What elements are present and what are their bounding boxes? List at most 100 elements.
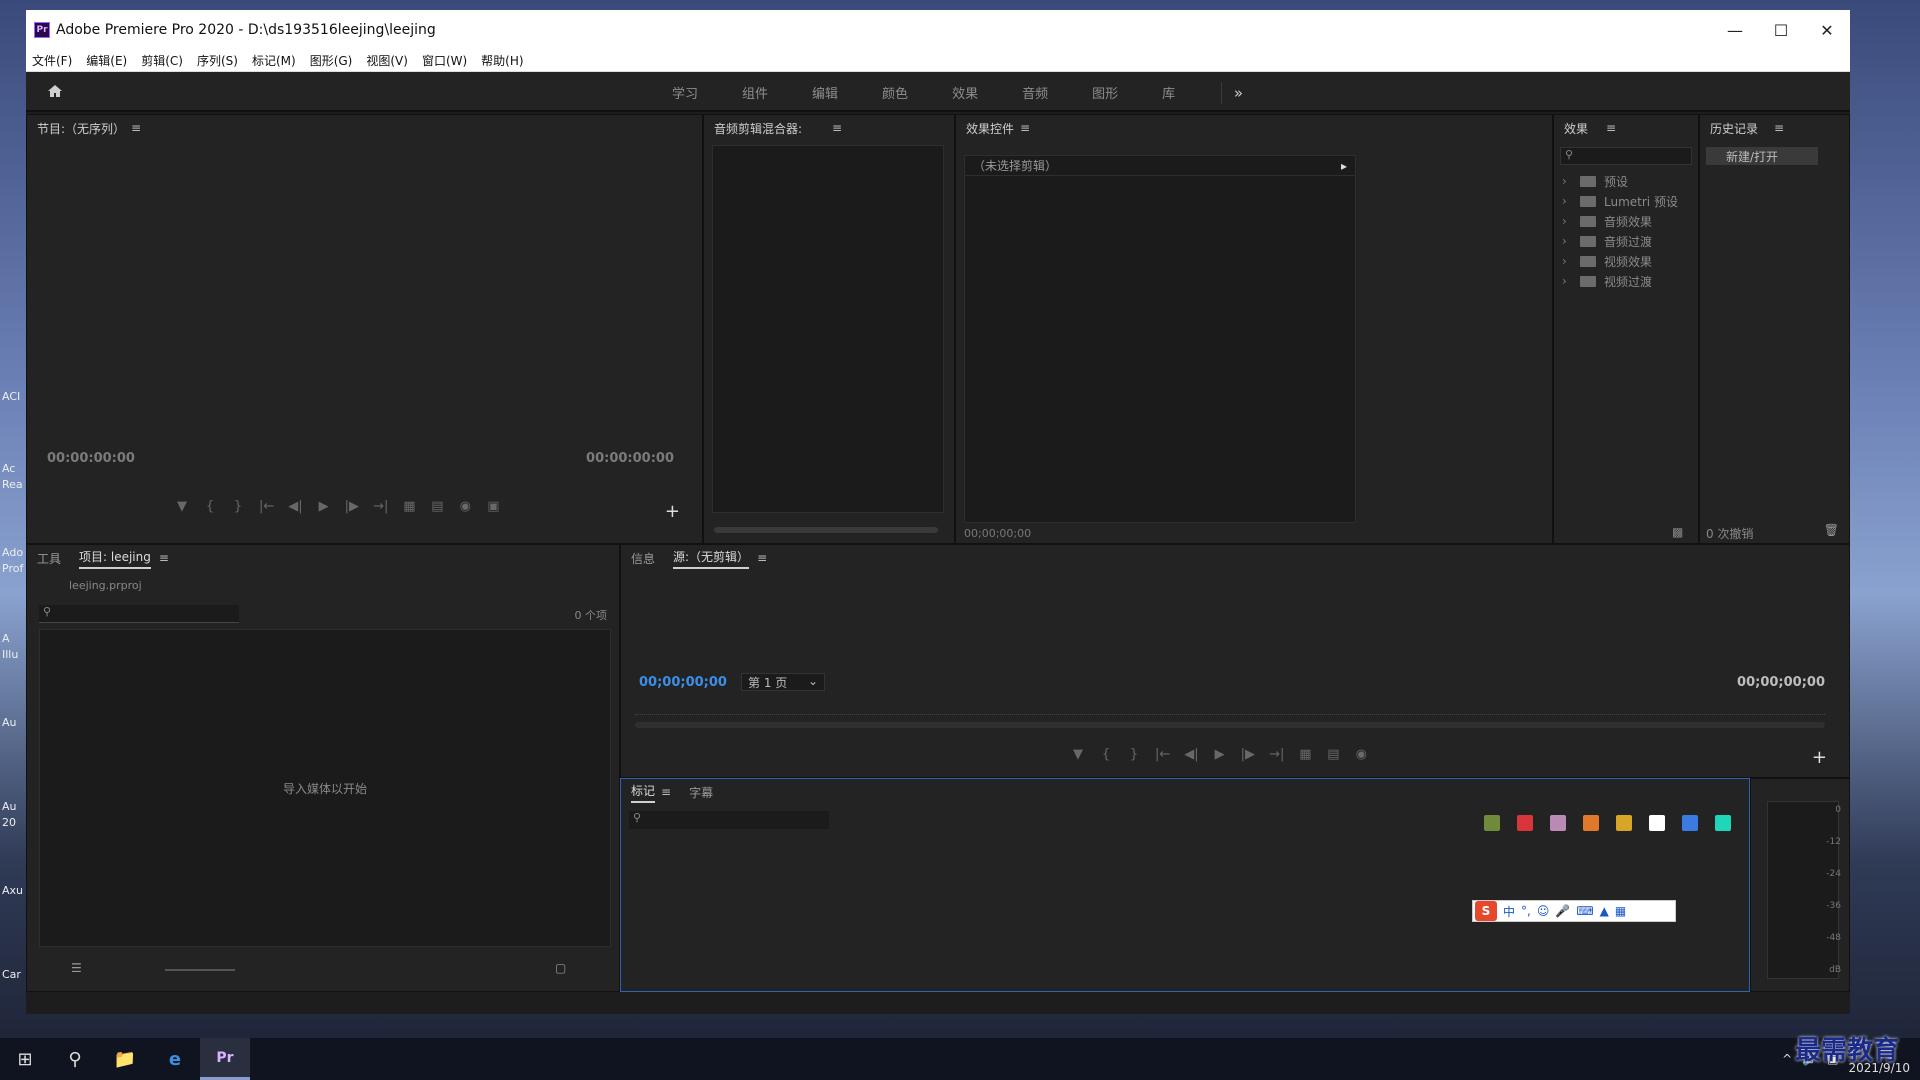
menu-help[interactable]: 帮助(H) <box>481 52 523 69</box>
file-explorer-icon[interactable]: 📁 <box>100 1038 150 1080</box>
export-frame-icon[interactable]: ◉ <box>458 499 472 514</box>
menu-markers[interactable]: 标记(M) <box>252 52 296 69</box>
desktop-label[interactable]: A <box>2 632 10 645</box>
expand-arrow-icon[interactable]: ▸ <box>1341 159 1347 173</box>
effect-controls-timecode[interactable]: 00;00;00;00 <box>964 527 1031 540</box>
tree-item-audio-transitions[interactable]: › 音频过渡 <box>1556 231 1696 251</box>
workspace-tab-editing[interactable]: 编辑 <box>812 83 838 102</box>
emoji-icon[interactable]: ☺ <box>1537 904 1550 918</box>
trash-icon[interactable]: 🗑 <box>1824 523 1839 537</box>
color-filter-mauve[interactable] <box>1550 815 1566 831</box>
tab-markers[interactable]: 标记 <box>631 782 656 803</box>
panel-menu-icon[interactable]: ≡ <box>1020 121 1030 135</box>
menu-sequence[interactable]: 序列(S) <box>197 52 238 69</box>
overwrite-icon[interactable]: ▤ <box>1326 747 1340 762</box>
menu-clip[interactable]: 剪辑(C) <box>141 52 183 69</box>
go-to-out-icon[interactable]: →| <box>1269 747 1284 762</box>
markers-search-input[interactable]: ⚲ <box>629 811 829 829</box>
tree-item-lumetri-presets[interactable]: › Lumetri 预设 <box>1556 191 1696 211</box>
skin-icon[interactable]: ▲ <box>1600 904 1609 918</box>
desktop-label[interactable]: ACI <box>2 390 20 403</box>
panel-menu-icon[interactable]: ≡ <box>1606 121 1616 135</box>
go-to-in-icon[interactable]: |← <box>259 499 274 514</box>
sogou-logo-icon[interactable]: S <box>1475 901 1497 921</box>
keyboard-icon[interactable]: ⌨ <box>1576 904 1593 918</box>
insert-icon[interactable]: ▦ <box>1298 747 1312 762</box>
menu-view[interactable]: 视图(V) <box>366 52 408 69</box>
panel-menu-icon[interactable]: ≡ <box>159 551 169 565</box>
effects-search-input[interactable]: ⚲ <box>1560 147 1692 165</box>
source-timeline-ruler[interactable] <box>635 693 1825 715</box>
workspace-tab-graphics[interactable]: 图形 <box>1092 83 1118 102</box>
mark-in-icon[interactable]: { <box>1099 747 1113 762</box>
menu-file[interactable]: 文件(F) <box>32 52 72 69</box>
workspace-tab-libraries[interactable]: 库 <box>1162 83 1175 102</box>
edge-browser-icon[interactable]: e <box>150 1038 200 1080</box>
zoom-slider[interactable] <box>165 969 235 971</box>
color-filter-white[interactable] <box>1649 815 1665 831</box>
lift-icon[interactable]: ▦ <box>402 499 416 514</box>
premiere-taskbar-icon[interactable]: Pr <box>200 1038 250 1080</box>
tab-project[interactable]: 项目: leejing <box>79 548 151 569</box>
go-to-out-icon[interactable]: →| <box>373 499 388 514</box>
tree-item-video-transitions[interactable]: › 视频过渡 <box>1556 271 1696 291</box>
panel-menu-icon[interactable]: ≡ <box>757 551 767 565</box>
color-filter-orange[interactable] <box>1583 815 1599 831</box>
grid-menu-icon[interactable]: ▦ <box>1615 904 1626 918</box>
color-filter-blue[interactable] <box>1682 815 1698 831</box>
tree-item-presets[interactable]: › 预设 <box>1556 171 1696 191</box>
tree-item-audio-effects[interactable]: › 音频效果 <box>1556 211 1696 231</box>
source-timecode-left[interactable]: 00;00;00;00 <box>639 675 727 690</box>
panel-menu-icon[interactable]: ≡ <box>131 121 141 135</box>
history-title[interactable]: 历史记录 <box>1710 120 1758 137</box>
extract-icon[interactable]: ▤ <box>430 499 444 514</box>
workspace-tab-effects[interactable]: 效果 <box>952 83 978 102</box>
list-view-icon[interactable]: ☰ <box>71 961 82 975</box>
maximize-button[interactable]: ☐ <box>1758 10 1804 50</box>
step-forward-icon[interactable]: |▶ <box>1241 747 1255 762</box>
color-filter-yellow[interactable] <box>1616 815 1632 831</box>
tab-info[interactable]: 信息 <box>631 550 655 567</box>
empty-hint[interactable]: 导入媒体以开始 <box>283 780 367 797</box>
menu-graphics[interactable]: 图形(G) <box>310 52 353 69</box>
desktop-label[interactable]: Ac <box>2 462 15 475</box>
marker-icon[interactable]: ▼ <box>1071 747 1085 762</box>
ime-mode[interactable]: 中 <box>1503 903 1515 920</box>
add-button-icon[interactable]: + <box>665 501 680 522</box>
menu-window[interactable]: 窗口(W) <box>422 52 467 69</box>
program-title[interactable]: 节目:（无序列） <box>37 120 125 137</box>
desktop-label[interactable]: Ado <box>2 546 23 559</box>
workspace-tab-audio[interactable]: 音频 <box>1022 83 1048 102</box>
marker-icon[interactable]: ▼ <box>175 499 189 514</box>
start-button[interactable]: ⊞ <box>0 1038 50 1080</box>
desktop-label[interactable]: Au <box>2 800 17 813</box>
mixer-scrollbar[interactable] <box>714 527 938 533</box>
step-back-icon[interactable]: ◀| <box>288 499 302 514</box>
play-icon[interactable]: ▶ <box>317 499 331 514</box>
history-entry[interactable]: 新建/打开 <box>1706 147 1818 165</box>
minimize-button[interactable]: — <box>1712 10 1758 50</box>
microphone-icon[interactable]: 🎤 <box>1555 904 1570 918</box>
desktop-label[interactable]: 20 <box>2 816 16 829</box>
panel-menu-icon[interactable]: ≡ <box>832 121 842 135</box>
panel-menu-icon[interactable]: ≡ <box>1774 121 1784 135</box>
mark-out-icon[interactable]: } <box>1127 747 1141 762</box>
mark-out-icon[interactable]: } <box>231 499 245 514</box>
tab-tools[interactable]: 工具 <box>37 550 61 567</box>
source-scrollbar[interactable] <box>635 722 1825 728</box>
desktop-label[interactable]: Car <box>2 968 21 981</box>
desktop-label[interactable]: Illu <box>2 648 18 661</box>
effects-title[interactable]: 效果 <box>1564 120 1588 137</box>
desktop-label[interactable]: Rea <box>2 478 23 491</box>
menu-edit[interactable]: 编辑(E) <box>86 52 127 69</box>
program-timecode-left[interactable]: 00:00:00:00 <box>47 451 135 466</box>
search-icon[interactable]: ⚲ <box>50 1038 100 1080</box>
desktop-label[interactable]: Au <box>2 716 17 729</box>
color-filter-teal[interactable] <box>1715 815 1731 831</box>
play-icon[interactable]: ▶ <box>1213 747 1227 762</box>
panel-menu-icon[interactable]: ≡ <box>661 785 671 799</box>
new-item-icon[interactable]: ▢ <box>555 961 566 975</box>
go-to-in-icon[interactable]: |← <box>1155 747 1170 762</box>
export-frame-icon[interactable]: ◉ <box>1354 747 1368 762</box>
step-back-icon[interactable]: ◀| <box>1184 747 1198 762</box>
